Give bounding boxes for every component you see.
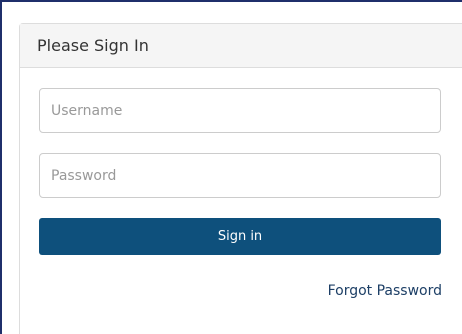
forgot-password-link[interactable]: Forgot Password — [328, 283, 442, 299]
password-input[interactable] — [39, 153, 441, 198]
sign-in-panel: Please Sign In Sign in Forgot Password — [19, 23, 462, 334]
sign-in-button[interactable]: Sign in — [39, 218, 441, 255]
panel-heading: Please Sign In — [20, 24, 462, 68]
page-frame: Please Sign In Sign in Forgot Password — [0, 0, 462, 334]
panel-title: Please Sign In — [37, 36, 149, 55]
username-input[interactable] — [39, 88, 441, 133]
